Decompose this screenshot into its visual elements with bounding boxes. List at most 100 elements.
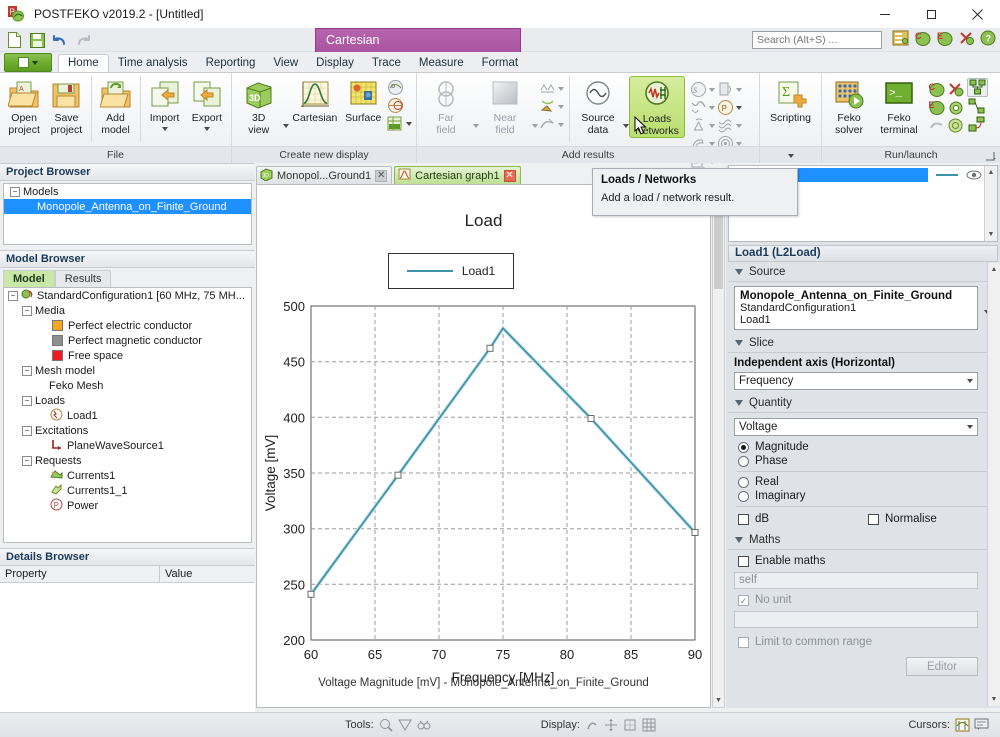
surface-button[interactable]: Surface <box>340 76 386 125</box>
expander-icon[interactable]: − <box>22 305 32 316</box>
pan-tool-icon[interactable] <box>397 718 412 732</box>
grid-icon[interactable] <box>642 718 656 732</box>
currents-dropdown-icon[interactable] <box>558 86 564 91</box>
tab-results[interactable]: Results <box>54 270 112 287</box>
eye-icon[interactable] <box>966 169 982 181</box>
measure-tool-icon[interactable] <box>417 718 431 732</box>
smith-chart-button[interactable] <box>386 97 413 114</box>
import-button[interactable]: Import <box>143 76 185 131</box>
move-icon[interactable] <box>604 718 618 732</box>
checkbox-indicator[interactable]: ✓ <box>738 594 749 606</box>
chart-plot[interactable]: 500 450 400 350 300 250 200 60 65 70 75 … <box>257 185 712 709</box>
close-button[interactable] <box>954 0 1000 28</box>
tree-node-media[interactable]: − Media <box>4 303 251 318</box>
power-button[interactable]: P <box>716 99 743 116</box>
ribbon-tab-home[interactable]: Home <box>58 54 109 73</box>
quantity-combo[interactable]: Voltage <box>734 418 978 436</box>
rotate-icon[interactable] <box>585 718 599 732</box>
cadfeko-launch-button[interactable]: C <box>927 81 946 98</box>
snap-icon[interactable] <box>623 718 637 732</box>
trace-list-scrollbar[interactable]: ▲ ▼ <box>984 166 997 241</box>
feko-solver-button[interactable]: Feko solver <box>825 76 873 136</box>
tree-node-loads[interactable]: − Loads <box>4 393 251 408</box>
optfeko-icon[interactable] <box>958 30 975 49</box>
run-launch-dialog-launcher-icon[interactable] <box>985 150 997 162</box>
checkbox-indicator[interactable] <box>738 513 749 525</box>
expander-icon[interactable]: − <box>10 186 20 197</box>
antenna-pattern-button[interactable] <box>716 81 743 98</box>
tree-node-standardconfiguration1[interactable]: − StandardConfiguration1 [60 MHz, 75 MH.… <box>4 288 251 303</box>
help-icon[interactable]: ? <box>980 30 996 49</box>
checkbox-indicator[interactable] <box>738 636 749 648</box>
zoom-tool-icon[interactable] <box>379 718 393 732</box>
feko-terminal-button[interactable]: >_ Feko terminal <box>873 76 925 136</box>
tree-node-mesh-model[interactable]: − Mesh model <box>4 363 251 378</box>
undo-icon[interactable] <box>50 30 70 50</box>
radio-indicator[interactable] <box>738 490 749 502</box>
editor-button[interactable]: Editor <box>906 657 978 676</box>
scroll-down-icon[interactable]: ▼ <box>713 694 724 707</box>
radio-imaginary[interactable]: Imaginary <box>728 489 1000 503</box>
chevron-down-icon[interactable] <box>735 537 743 543</box>
checkbox-indicator[interactable] <box>738 555 749 567</box>
ribbon-tab-format[interactable]: Format <box>473 55 527 72</box>
receiving-antenna-button[interactable] <box>538 116 565 133</box>
remote-node-button[interactable] <box>967 116 988 133</box>
ribbon-tab-measure[interactable]: Measure <box>410 55 473 72</box>
spiral-dropdown-icon[interactable] <box>736 141 742 146</box>
close-icon[interactable]: ✕ <box>503 169 516 182</box>
chevron-down-icon[interactable] <box>735 340 743 346</box>
s-parameters-dropdown-icon[interactable] <box>709 87 715 92</box>
notes-icon[interactable] <box>892 30 909 49</box>
tree-node-currents1-1[interactable]: Currents1_1 <box>4 483 251 498</box>
document-tab-monopole-3d[interactable]: 3D Monopol...Ground1 ✕ <box>256 166 393 184</box>
receiving-antenna-dropdown-icon[interactable] <box>558 122 564 127</box>
export-dropdown-icon[interactable] <box>204 126 211 131</box>
radio-indicator[interactable] <box>738 476 749 488</box>
radio-phase[interactable]: Phase <box>728 454 1000 468</box>
expander-icon[interactable]: − <box>22 395 32 406</box>
close-icon[interactable]: ✕ <box>375 169 388 182</box>
section-slice[interactable]: Slice <box>728 334 1000 353</box>
tree-node-currents1[interactable]: Currents1 <box>4 468 251 483</box>
tree-node-free-space[interactable]: Free space <box>4 348 251 363</box>
file-menu-button[interactable] <box>4 53 52 72</box>
checkbox-indicator[interactable] <box>868 513 879 525</box>
cable-mesh-dropdown-icon[interactable] <box>736 123 742 128</box>
chevron-down-icon[interactable] <box>967 379 973 383</box>
scripting-expand-icon[interactable] <box>788 154 794 158</box>
tree-node-monopole-antenna[interactable]: Monopole_Antenna_on_Finite_Ground <box>4 199 251 214</box>
cartesian-button[interactable]: Cartesian <box>289 76 340 125</box>
ribbon-tab-trace[interactable]: Trace <box>363 55 410 72</box>
graph-vertical-scrollbar[interactable]: ▲ ▼ <box>712 184 725 708</box>
model-browser-tree[interactable]: − StandardConfiguration1 [60 MHz, 75 MH.… <box>3 287 252 543</box>
nodes-button[interactable] <box>967 98 988 115</box>
expander-icon[interactable]: − <box>22 455 32 466</box>
cable-mesh-button[interactable] <box>716 117 743 134</box>
receiving-dropdown-icon[interactable] <box>709 141 715 146</box>
checkbox-limit-common-range[interactable]: Limit to common range <box>728 630 1000 651</box>
radio-indicator[interactable] <box>738 455 749 467</box>
independent-axis-combo[interactable]: Frequency <box>734 372 978 390</box>
tree-node-requests[interactable]: − Requests <box>4 453 251 468</box>
property-panel-scrollbar[interactable]: ▲ ▼ <box>987 263 1000 706</box>
component-launcher-button[interactable] <box>946 117 965 134</box>
chevron-down-icon[interactable] <box>967 425 973 429</box>
section-maths[interactable]: Maths <box>728 531 1000 550</box>
currents-button[interactable] <box>538 80 565 97</box>
ribbon-tab-view[interactable]: View <box>264 55 307 72</box>
new-icon[interactable] <box>4 30 24 50</box>
scroll-up-icon[interactable]: ▲ <box>985 166 997 179</box>
sar-small-dropdown-icon[interactable] <box>709 123 715 128</box>
checkbox-enable-maths[interactable]: Enable maths <box>728 550 1000 570</box>
open-project-button[interactable]: A Open project <box>3 76 45 136</box>
save-project-button[interactable]: Save project <box>45 76 87 136</box>
tree-node-planewavesource1[interactable]: PlaneWaveSource1 <box>4 438 251 453</box>
antenna-dropdown-icon[interactable] <box>736 87 742 92</box>
chevron-down-icon[interactable] <box>735 400 743 406</box>
tree-node-models[interactable]: − Models <box>4 184 251 199</box>
cluster-button[interactable] <box>967 78 988 97</box>
radio-indicator[interactable] <box>738 441 749 453</box>
sar-dropdown-icon[interactable] <box>558 104 564 109</box>
scroll-up-icon[interactable]: ▲ <box>988 263 1000 276</box>
